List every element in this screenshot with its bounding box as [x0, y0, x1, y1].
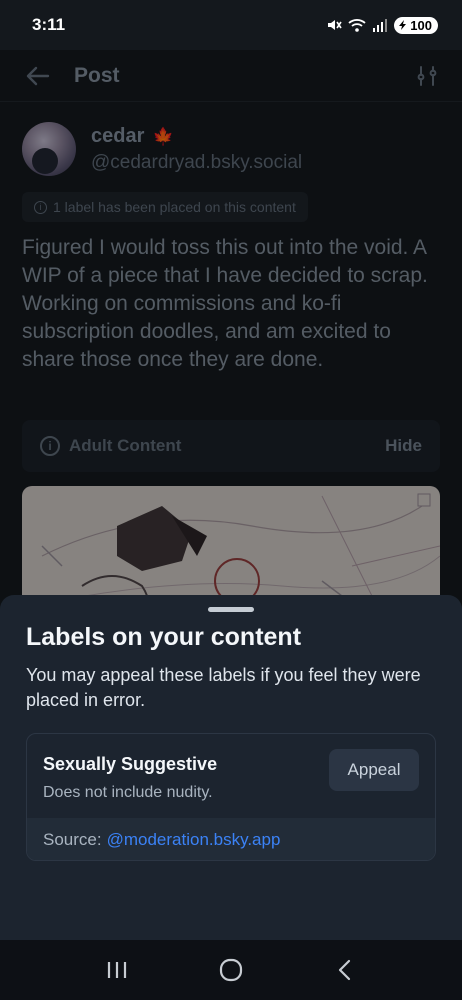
back-arrow-icon[interactable] — [24, 62, 52, 90]
post-author[interactable]: cedar 🍁 @cedardryad.bsky.social — [22, 122, 302, 176]
author-display-name[interactable]: cedar — [91, 125, 144, 147]
info-icon: i — [40, 436, 60, 456]
post-header: Post — [0, 50, 462, 102]
maple-leaf-icon: 🍁 — [152, 126, 174, 146]
content-warning-bar[interactable]: i Adult Content Hide — [22, 420, 440, 472]
source-prefix: Source: — [43, 830, 102, 849]
label-notice-text: 1 label has been placed on this content — [53, 199, 296, 215]
info-icon: i — [34, 200, 47, 214]
label-name: Sexually Suggestive — [43, 754, 218, 774]
labels-bottom-sheet: Labels on your content You may appeal th… — [0, 595, 462, 940]
sheet-description: You may appeal these labels if you feel … — [26, 665, 421, 710]
avatar[interactable] — [22, 122, 76, 176]
content-warning-label: Adult Content — [69, 436, 182, 455]
home-icon[interactable] — [211, 950, 251, 990]
page-title: Post — [74, 63, 120, 87]
recent-apps-icon[interactable] — [97, 950, 137, 990]
back-icon[interactable] — [325, 950, 365, 990]
author-info: cedar 🍁 @cedardryad.bsky.social — [91, 125, 302, 174]
sheet-title: Labels on your content — [26, 623, 302, 651]
system-nav-bar — [0, 940, 462, 1000]
post-text: Figured I would toss this out into the v… — [22, 236, 428, 371]
hide-button[interactable]: Hide — [385, 436, 422, 456]
label-card: Sexually Suggestive Does not include nud… — [26, 733, 436, 861]
label-description: Does not include nudity. — [43, 784, 213, 801]
sliders-icon[interactable] — [416, 65, 438, 87]
label-source-row: Source: @moderation.bsky.app — [27, 818, 435, 860]
drag-handle[interactable] — [208, 607, 254, 612]
author-handle[interactable]: @cedardryad.bsky.social — [91, 152, 302, 174]
label-notice-pill[interactable]: i 1 label has been placed on this conten… — [22, 192, 308, 222]
source-link[interactable]: @moderation.bsky.app — [107, 830, 281, 850]
appeal-button[interactable]: Appeal — [329, 749, 419, 791]
